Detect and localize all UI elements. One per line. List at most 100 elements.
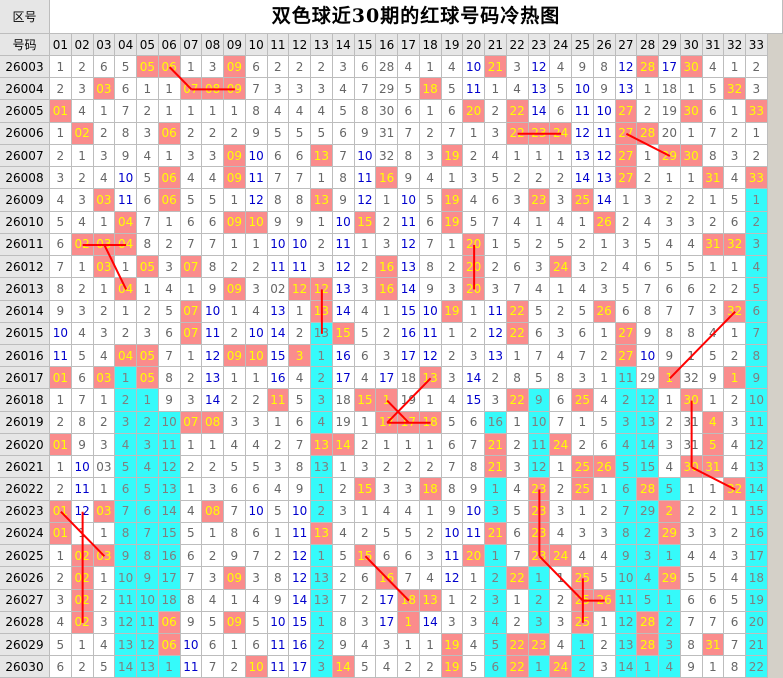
table-cell: 1 — [485, 78, 507, 101]
table-cell: 10 — [637, 344, 659, 368]
table-cell: 3 — [354, 456, 377, 479]
table-cell: 31 — [680, 433, 703, 457]
issue-number: 26023 — [0, 500, 50, 523]
table-cell: 12 — [245, 189, 268, 212]
table-cell: 1 — [93, 100, 116, 123]
table-cell: 8 — [506, 367, 529, 390]
table-cell: 8 — [659, 322, 681, 345]
table-cell: 5 — [680, 567, 703, 590]
table-cell: 3 — [637, 545, 659, 568]
table-cell: 2 — [50, 144, 72, 168]
table-cell: 9 — [419, 278, 442, 301]
table-cell: 3 — [572, 367, 594, 390]
table-cell: 13 — [311, 322, 333, 345]
table-cell: 1 — [680, 78, 703, 101]
table-cell: 15 — [637, 456, 659, 479]
table-cell: 18 — [419, 411, 442, 434]
issue-number: 26017 — [0, 367, 50, 390]
table-cell: 32 — [724, 478, 746, 501]
table-cell: 29 — [659, 567, 681, 590]
table-cell: 5 — [659, 478, 681, 501]
table-cell: 03 — [93, 256, 116, 279]
table-cell: 13 — [485, 344, 507, 368]
table-cell: 03 — [93, 189, 116, 212]
table-cell: 3 — [93, 433, 116, 457]
table-cell: 12 — [419, 344, 442, 368]
table-cell: 11 — [593, 122, 616, 145]
table-cell: 7 — [702, 122, 725, 145]
table-cell: 30 — [680, 456, 703, 479]
table-cell: 2 — [746, 144, 768, 168]
table-cell: 1 — [202, 100, 224, 123]
table-cell: 10 — [180, 633, 203, 657]
table-cell: 10 — [245, 211, 268, 234]
table-cell: 5 — [463, 656, 485, 678]
table-cell: 23 — [528, 189, 551, 212]
table-cell: 3 — [202, 478, 224, 501]
table-cell: 10 — [463, 56, 485, 79]
table-cell: 2 — [528, 233, 551, 257]
table-cell: 3 — [137, 122, 159, 145]
table-cell: 7 — [158, 344, 181, 368]
table-cell: 28 — [376, 56, 398, 79]
table-cell: 2 — [137, 300, 159, 323]
table-cell: 2 — [659, 500, 681, 523]
table-cell: 3 — [137, 433, 159, 457]
table-cell: 6 — [528, 322, 551, 345]
table-cell: 3 — [419, 545, 442, 568]
table-cell: 3 — [550, 500, 572, 523]
table-cell: 13 — [615, 78, 638, 101]
table-cell: 12 — [746, 433, 768, 457]
table-cell: 5 — [441, 411, 464, 434]
table-cell: 18 — [332, 389, 355, 412]
table-cell: 2 — [267, 433, 290, 457]
table-cell: 2 — [311, 367, 333, 390]
table-cell: 1 — [311, 478, 333, 501]
table-cell: 16 — [289, 633, 311, 657]
table-cell: 6 — [115, 478, 137, 501]
table-cell: 22 — [506, 122, 529, 145]
table-cell: 4 — [506, 211, 529, 234]
issue-number: 26030 — [0, 656, 50, 678]
table-cell: 3 — [485, 278, 507, 301]
table-cell: 01 — [50, 500, 72, 523]
table-cell: 1 — [180, 344, 203, 368]
table-cell: 6 — [267, 144, 290, 168]
table-cell: 11 — [267, 389, 290, 412]
table-cell: 1 — [245, 233, 268, 257]
table-cell: 32 — [724, 78, 746, 101]
table-cell: 5 — [354, 322, 377, 345]
issue-number: 26003 — [0, 56, 50, 79]
table-cell: 1 — [746, 189, 768, 212]
table-cell: 12 — [115, 611, 137, 634]
table-cell: 19 — [441, 656, 464, 678]
table-cell: 1 — [528, 567, 551, 590]
table-cell: 1 — [615, 189, 638, 212]
table-cell: 03 — [93, 78, 116, 101]
table-cell: 1 — [419, 100, 442, 123]
table-cell: 2 — [506, 167, 529, 190]
table-cell: 7 — [659, 300, 681, 323]
table-cell: 1 — [202, 433, 224, 457]
table-cell: 9 — [572, 56, 594, 79]
table-cell: 6 — [615, 478, 638, 501]
table-cell: 8 — [354, 100, 377, 123]
table-cell: 4 — [724, 567, 746, 590]
table-cell: 3 — [506, 189, 529, 212]
table-cell: 4 — [180, 500, 203, 523]
table-cell: 6 — [506, 256, 529, 279]
table-cell: 3 — [419, 144, 442, 168]
table-cell: 1 — [441, 322, 464, 345]
table-cell: 09 — [224, 567, 246, 590]
table-cell: 31 — [702, 633, 725, 657]
table-cell: 2 — [71, 167, 94, 190]
table-cell: 10 — [115, 567, 137, 590]
table-cell: 01 — [50, 522, 72, 546]
table-cell: 20 — [659, 122, 681, 145]
table-cell: 2 — [311, 500, 333, 523]
table-cell: 1 — [724, 256, 746, 279]
table-cell: 15 — [354, 545, 377, 568]
table-cell: 10 — [746, 389, 768, 412]
table-cell: 07 — [180, 300, 203, 323]
table-cell: 2 — [441, 344, 464, 368]
